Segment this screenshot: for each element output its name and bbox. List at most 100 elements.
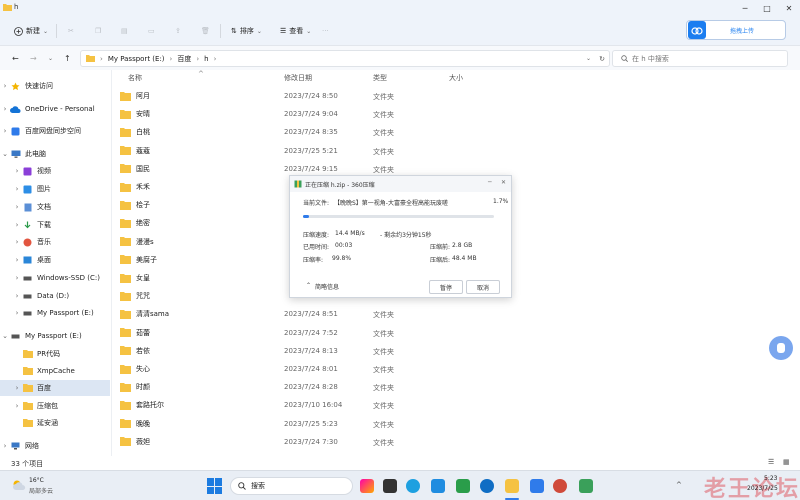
sidebar-item-label: Windows-SSD (C:) xyxy=(37,274,100,282)
taskbar-search[interactable]: 搜索 xyxy=(230,477,353,495)
drive-icon xyxy=(22,274,33,283)
up-button[interactable]: ↑ xyxy=(64,54,71,63)
taskbar-search-label: 搜索 xyxy=(251,482,265,490)
forward-button[interactable]: → xyxy=(30,54,37,63)
breadcrumb-item[interactable]: 百度 xyxy=(177,54,191,64)
edge-browser-icon[interactable] xyxy=(406,479,420,493)
zip-icon xyxy=(294,180,302,188)
sidebar-item-videos[interactable]: › 视频 xyxy=(0,163,110,179)
sidebar-item-network[interactable]: › 网络 xyxy=(0,438,110,454)
taskbar: 16°C 局部多云 搜索 ^ 老王论坛 5:23 2023/7/25 xyxy=(0,470,800,500)
back-button[interactable]: ← xyxy=(12,54,19,63)
view-button[interactable]: ☰ 查看 ⌄ xyxy=(280,24,311,38)
sidebar-item-label: 压缩包 xyxy=(37,402,58,410)
paste-button[interactable]: ▤ xyxy=(121,24,128,38)
table-row[interactable]: 若依 2023/7/24 8:13 文件夹 xyxy=(112,342,800,359)
folder-icon xyxy=(120,109,131,119)
copy-button[interactable]: ❐ xyxy=(95,24,101,38)
search-box[interactable]: 在 h 中搜索 xyxy=(612,50,788,67)
more-button[interactable]: ··· xyxy=(322,24,329,38)
table-row[interactable]: 失心 2023/7/24 8:01 文件夹 xyxy=(112,360,800,377)
minimize-button[interactable]: ─ xyxy=(734,0,756,16)
sidebar-item-baidu[interactable]: › 百度 xyxy=(0,380,110,396)
refresh-icon[interactable]: ↻ xyxy=(599,55,605,63)
sidebar-item-music[interactable]: › 音乐 xyxy=(0,234,110,250)
rename-button[interactable]: ▭ xyxy=(148,24,155,38)
recent-button[interactable]: ⌄ xyxy=(48,55,53,62)
sidebar-item-this-pc[interactable]: ⌄ 此电脑 xyxy=(0,146,110,162)
sidebar-item-my-passport[interactable]: ⌄ My Passport (E:) xyxy=(0,328,110,344)
upload-button[interactable]: 拖拽上传 xyxy=(686,20,786,40)
brief-info-label: 简略信息 xyxy=(315,284,340,291)
sidebar-item-drive-d[interactable]: › Data (D:) xyxy=(0,288,110,304)
table-row[interactable]: 薇妲 2023/7/24 7:30 文件夹 xyxy=(112,433,800,450)
delete-button[interactable]: 🗑 xyxy=(201,24,210,38)
divider xyxy=(56,24,57,38)
sidebar-item-pictures[interactable]: › 图片 xyxy=(0,181,110,197)
floating-assistant-button[interactable] xyxy=(769,336,793,360)
column-header-date[interactable]: 修改日期 xyxy=(284,73,312,83)
sidebar-item-documents[interactable]: › 文档 xyxy=(0,199,110,215)
new-button[interactable]: 新建 ⌄ xyxy=(14,24,48,38)
pause-button[interactable]: 暂停 xyxy=(429,280,463,294)
app-icon-sticker[interactable] xyxy=(360,479,374,493)
table-row[interactable]: 白桃 2023/7/24 8:35 文件夹 xyxy=(112,123,800,140)
store-icon[interactable] xyxy=(431,479,445,493)
sidebar-item-xmpcache[interactable]: XmpCache xyxy=(0,363,110,379)
sort-icon: ⇅ xyxy=(231,27,237,35)
breadcrumb-item[interactable]: My Passport (E:) xyxy=(108,55,165,63)
tray-chevron-icon[interactable]: ^ xyxy=(676,481,682,489)
cancel-button[interactable]: 取消 xyxy=(466,280,500,294)
breadcrumb-item[interactable]: h xyxy=(204,55,208,63)
column-header-name[interactable]: 名称 xyxy=(128,73,142,83)
task-view-icon[interactable] xyxy=(383,479,397,493)
table-row[interactable]: 时颜 2023/7/24 8:28 文件夹 xyxy=(112,378,800,395)
table-row[interactable]: 阿月 2023/7/24 8:50 文件夹 xyxy=(112,87,800,104)
cut-button[interactable]: ✂ xyxy=(68,24,74,38)
column-header-type[interactable]: 类型 xyxy=(373,73,387,83)
brief-info-toggle[interactable]: ⌃ 简略信息 xyxy=(306,282,339,291)
maximize-button[interactable]: □ xyxy=(756,0,778,16)
table-row[interactable]: 安晴 2023/7/24 9:04 文件夹 xyxy=(112,105,800,122)
wechat-icon[interactable] xyxy=(456,479,470,493)
sidebar-item-drive-c[interactable]: › Windows-SSD (C:) xyxy=(0,270,110,286)
dialog-minimize-button[interactable]: ─ xyxy=(488,179,492,186)
tiles-view-icon[interactable]: ▦ xyxy=(783,458,790,466)
sidebar-item-yanan[interactable]: 延安涵 xyxy=(0,415,110,431)
sidebar-item-desktop[interactable]: › 桌面 xyxy=(0,252,110,268)
edge-dev-icon[interactable] xyxy=(480,479,494,493)
table-row[interactable]: 晚晚 2023/7/25 5:23 文件夹 xyxy=(112,415,800,432)
sidebar-item-onedrive[interactable]: › OneDrive - Personal xyxy=(0,101,110,117)
file-name-cell: 失心 xyxy=(120,364,150,374)
table-row[interactable]: 茹蕾 2023/7/24 7:52 文件夹 xyxy=(112,324,800,341)
share-button[interactable]: ⇪ xyxy=(175,24,181,38)
sidebar-item-quick-access[interactable]: › 快速访问 xyxy=(0,78,110,94)
column-header-size[interactable]: 大小 xyxy=(449,73,463,83)
close-button[interactable]: ✕ xyxy=(778,0,800,16)
folder-icon xyxy=(120,291,131,301)
sidebar-item-downloads[interactable]: › 下载 xyxy=(0,217,110,233)
sidebar-item-label: 快速访问 xyxy=(25,82,53,90)
sidebar-item-pr[interactable]: PR代码 xyxy=(0,346,110,362)
baidu-netdisk-icon[interactable] xyxy=(530,479,544,493)
table-row[interactable]: 清清sama 2023/7/24 8:51 文件夹 xyxy=(112,305,800,322)
chevron-right-icon: › xyxy=(3,82,7,90)
file-explorer-icon[interactable] xyxy=(505,479,519,493)
dialog-close-button[interactable]: ✕ xyxy=(501,179,506,186)
sidebar-item-baidu-sync[interactable]: › 百度网盘同步空间 xyxy=(0,123,110,139)
clock-date[interactable]: 2023/7/25 xyxy=(747,485,778,492)
table-row[interactable]: 蔻蔻 2023/7/25 5:21 文件夹 xyxy=(112,142,800,159)
sidebar-item-drive-e[interactable]: › My Passport (E:) xyxy=(0,305,110,321)
address-bar[interactable]: › My Passport (E:) › 百度 › h › ⌄ ↻ xyxy=(80,50,610,67)
sort-button[interactable]: ⇅ 排序 ⌄ xyxy=(231,24,262,38)
sidebar-item-archives[interactable]: › 压缩包 xyxy=(0,398,110,414)
chrome-icon[interactable] xyxy=(553,479,567,493)
zip-app-icon[interactable] xyxy=(579,479,593,493)
file-type: 文件夹 xyxy=(373,329,394,338)
item-count: 33 个项目 xyxy=(11,460,44,468)
table-row[interactable]: 套路托尔 2023/7/10 16:04 文件夹 xyxy=(112,396,800,413)
start-button[interactable] xyxy=(207,478,223,494)
clock-time[interactable]: 5:23 xyxy=(764,475,777,482)
details-view-icon[interactable]: ☰ xyxy=(768,458,774,466)
chevron-down-icon: ⌄ xyxy=(43,27,49,35)
